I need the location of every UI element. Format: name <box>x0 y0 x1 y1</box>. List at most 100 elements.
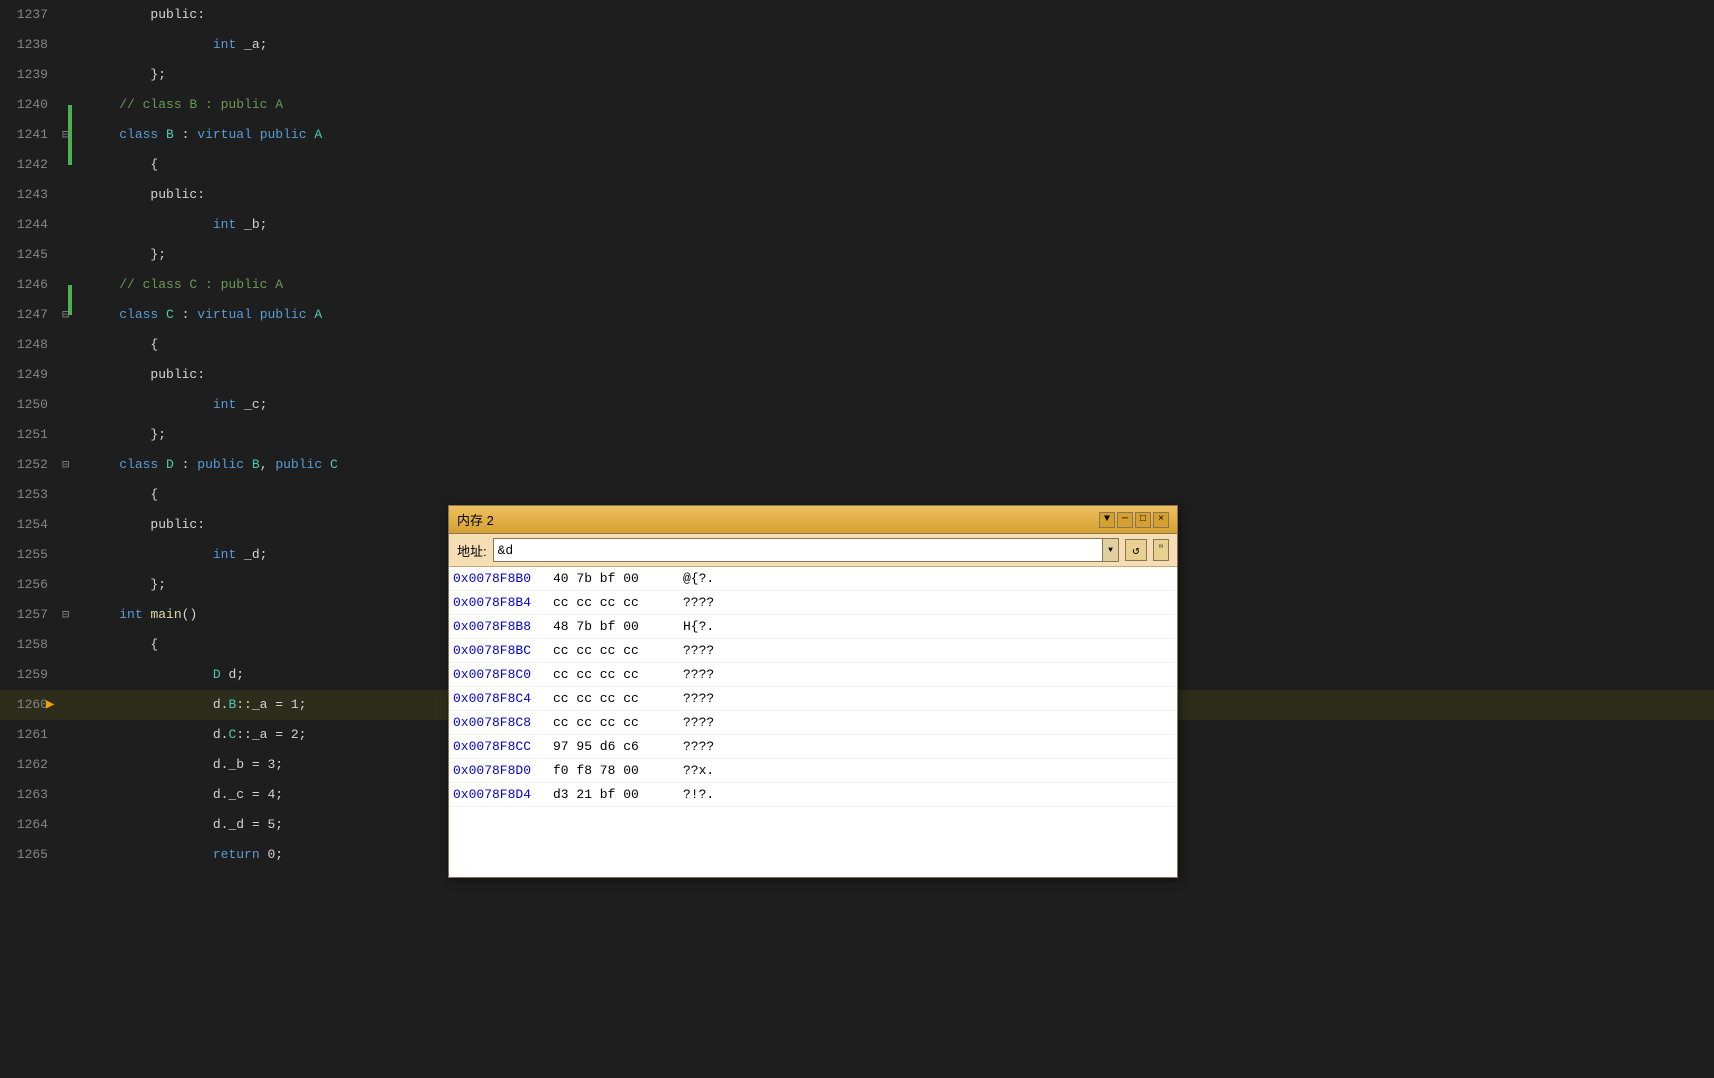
token: d._d = 5; <box>182 817 283 832</box>
mem-bytes: cc cc cc cc <box>553 687 683 711</box>
code-content: int main() <box>80 600 197 630</box>
code-line: 1248 { <box>0 330 1714 360</box>
token <box>158 127 166 142</box>
token <box>182 217 213 232</box>
token: virtual <box>197 307 252 322</box>
memory-row[interactable]: 0x0078F8C0 cc cc cc cc ???? <box>449 663 1177 687</box>
fold-indicator[interactable]: ⊟ <box>62 600 69 630</box>
token: ::_a = 1; <box>236 697 306 712</box>
expand-button[interactable]: " <box>1153 539 1169 561</box>
memory-title: 内存 2 <box>457 510 494 529</box>
token: public <box>260 127 307 142</box>
token: d; <box>221 667 244 682</box>
maximize-button[interactable]: □ <box>1135 512 1151 528</box>
mem-addr: 0x0078F8B4 <box>453 591 553 615</box>
token: _b; <box>236 217 267 232</box>
minimize-button[interactable]: ─ <box>1117 512 1133 528</box>
mem-bytes: cc cc cc cc <box>553 663 683 687</box>
token: () <box>182 607 198 622</box>
memory-content[interactable]: 0x0078F8B0 40 7b bf 00 @{?.0x0078F8B4 cc… <box>449 567 1177 877</box>
memory-row[interactable]: 0x0078F8B4 cc cc cc cc ???? <box>449 591 1177 615</box>
memory-row[interactable]: 0x0078F8D4 d3 21 bf 00 ?!?. <box>449 783 1177 807</box>
addr-dropdown[interactable]: ▼ <box>1102 539 1118 561</box>
dropdown-button[interactable]: ▼ <box>1099 512 1115 528</box>
token: { <box>150 637 158 652</box>
memory-row[interactable]: 0x0078F8CC 97 95 d6 c6 ???? <box>449 735 1177 759</box>
token: return <box>213 847 260 862</box>
token: main <box>150 607 181 622</box>
token: public <box>197 457 244 472</box>
code-content: public: <box>80 0 205 30</box>
token <box>182 37 213 52</box>
token: C <box>330 457 338 472</box>
mem-addr: 0x0078F8B0 <box>453 567 553 591</box>
mem-chars: @{?. <box>683 567 714 591</box>
token: _d; <box>236 547 267 562</box>
mem-addr: 0x0078F8BC <box>453 639 553 663</box>
code-content: d._c = 4; <box>80 780 283 810</box>
token: // class C : public A <box>119 277 283 292</box>
code-content: }; <box>80 60 166 90</box>
mem-chars: ???? <box>683 591 714 615</box>
memory-row[interactable]: 0x0078F8BC cc cc cc cc ???? <box>449 639 1177 663</box>
mem-addr: 0x0078F8B8 <box>453 615 553 639</box>
code-line: 1249 public: <box>0 360 1714 390</box>
token: B <box>252 457 260 472</box>
mem-chars: ???? <box>683 663 714 687</box>
code-content: public: <box>80 180 205 210</box>
code-line: 1252⊟ class D : public B, public C <box>0 450 1714 480</box>
editor-container: 1237 public:1238 int _a;1239 };1240 // c… <box>0 0 1714 1078</box>
token: public: <box>150 7 205 22</box>
addr-input[interactable] <box>494 539 1102 561</box>
line-number: 1238 <box>0 30 60 60</box>
token: { <box>150 157 158 172</box>
token <box>252 307 260 322</box>
code-content: return 0; <box>80 840 283 870</box>
line-number: 1255 <box>0 540 60 570</box>
memory-row[interactable]: 0x0078F8C4 cc cc cc cc ???? <box>449 687 1177 711</box>
fold-indicator[interactable]: ⊟ <box>62 120 69 150</box>
mem-bytes: 48 7b bf 00 <box>553 615 683 639</box>
memory-row[interactable]: 0x0078F8B8 48 7b bf 00 H{?. <box>449 615 1177 639</box>
token: int <box>213 547 236 562</box>
code-content: int _a; <box>80 30 267 60</box>
code-content: }; <box>80 570 166 600</box>
line-number: 1265 <box>0 840 60 870</box>
token: { <box>150 337 158 352</box>
line-number: 1241 <box>0 120 60 150</box>
token: D <box>213 667 221 682</box>
token: d._c = 4; <box>182 787 283 802</box>
titlebar-buttons: ▼ ─ □ × <box>1099 512 1169 528</box>
token: : <box>174 307 197 322</box>
code-line: 1250 int _c; <box>0 390 1714 420</box>
close-button[interactable]: × <box>1153 512 1169 528</box>
fold-indicator[interactable]: ⊟ <box>62 300 69 330</box>
token: class <box>119 127 158 142</box>
line-number: 1242 <box>0 150 60 180</box>
token: : <box>174 127 197 142</box>
token <box>182 667 213 682</box>
memory-row[interactable]: 0x0078F8C8 cc cc cc cc ???? <box>449 711 1177 735</box>
refresh-button[interactable]: ↺ <box>1125 539 1147 561</box>
memory-window: 内存 2 ▼ ─ □ × 地址: ▼ ↺ " 0x0078F8B0 40 7b … <box>448 505 1178 878</box>
memory-row[interactable]: 0x0078F8B0 40 7b bf 00 @{?. <box>449 567 1177 591</box>
code-line: 1237 public: <box>0 0 1714 30</box>
memory-row[interactable]: 0x0078F8D0 f0 f8 78 00 ??x. <box>449 759 1177 783</box>
code-content: D d; <box>80 660 244 690</box>
token: d. <box>182 727 229 742</box>
fold-indicator[interactable]: ⊟ <box>62 450 69 480</box>
token: _c; <box>236 397 267 412</box>
token: d._b = 3; <box>182 757 283 772</box>
token <box>182 397 213 412</box>
line-number: 1237 <box>0 0 60 30</box>
token: _a; <box>236 37 267 52</box>
token: public: <box>150 517 205 532</box>
mem-bytes: 40 7b bf 00 <box>553 567 683 591</box>
token <box>158 457 166 472</box>
line-number: 1253 <box>0 480 60 510</box>
code-content: d.C::_a = 2; <box>80 720 306 750</box>
token: A <box>314 307 322 322</box>
token: int <box>213 397 236 412</box>
code-line: 1246 // class C : public A <box>0 270 1714 300</box>
token: { <box>150 487 158 502</box>
